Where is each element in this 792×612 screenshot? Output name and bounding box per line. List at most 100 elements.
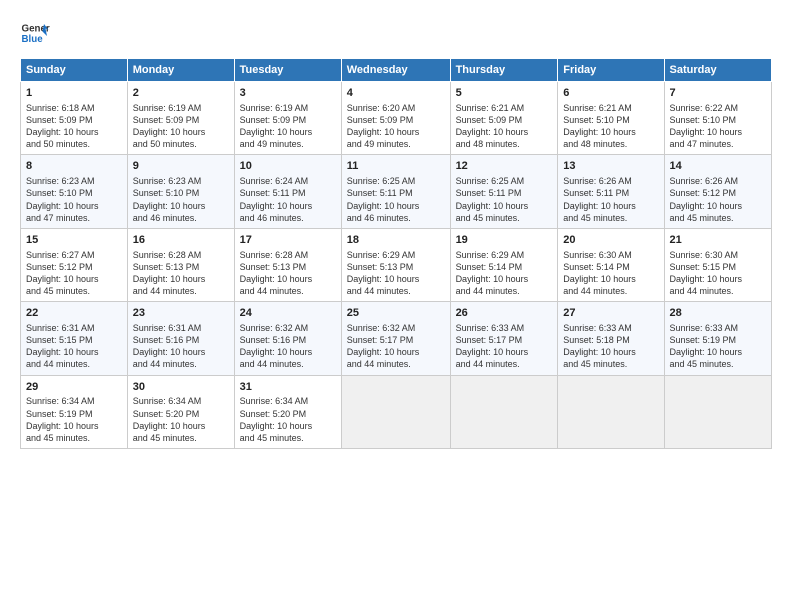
day-info: Sunrise: 6:19 AMSunset: 5:09 PMDaylight:… [240,103,313,149]
calendar-cell: 12 Sunrise: 6:25 AMSunset: 5:11 PMDayligh… [450,155,558,228]
day-info: Sunrise: 6:20 AMSunset: 5:09 PMDaylight:… [347,103,420,149]
day-number: 7 [670,86,767,101]
day-info: Sunrise: 6:23 AMSunset: 5:10 PMDaylight:… [26,176,99,222]
day-number: 18 [347,233,445,248]
day-info: Sunrise: 6:25 AMSunset: 5:11 PMDaylight:… [456,176,529,222]
calendar-day-header: Wednesday [341,59,450,82]
calendar-cell: 16 Sunrise: 6:28 AMSunset: 5:13 PMDayligh… [127,228,234,301]
day-number: 23 [133,306,229,321]
day-number: 31 [240,380,336,395]
calendar-week-row: 15 Sunrise: 6:27 AMSunset: 5:12 PMDayligh… [21,228,772,301]
day-info: Sunrise: 6:33 AMSunset: 5:19 PMDaylight:… [670,323,743,369]
day-info: Sunrise: 6:29 AMSunset: 5:14 PMDaylight:… [456,250,529,296]
calendar-cell: 4 Sunrise: 6:20 AMSunset: 5:09 PMDaylight… [341,82,450,155]
header: General Blue [20,18,772,48]
day-number: 12 [456,159,553,174]
day-info: Sunrise: 6:29 AMSunset: 5:13 PMDaylight:… [347,250,420,296]
calendar-cell: 13 Sunrise: 6:26 AMSunset: 5:11 PMDayligh… [558,155,664,228]
day-info: Sunrise: 6:30 AMSunset: 5:15 PMDaylight:… [670,250,743,296]
calendar-cell [558,375,664,448]
calendar-week-row: 8Sunrise: 6:23 AMSunset: 5:10 PMDaylight… [21,155,772,228]
day-info: Sunrise: 6:21 AMSunset: 5:10 PMDaylight:… [563,103,636,149]
calendar-week-row: 29Sunrise: 6:34 AMSunset: 5:19 PMDayligh… [21,375,772,448]
calendar-cell: 7 Sunrise: 6:22 AMSunset: 5:10 PMDaylight… [664,82,772,155]
day-info: Sunrise: 6:24 AMSunset: 5:11 PMDaylight:… [240,176,313,222]
day-info: Sunrise: 6:31 AMSunset: 5:15 PMDaylight:… [26,323,99,369]
day-info: Sunrise: 6:34 AMSunset: 5:19 PMDaylight:… [26,396,99,442]
day-info: Sunrise: 6:27 AMSunset: 5:12 PMDaylight:… [26,250,99,296]
calendar-cell: 18 Sunrise: 6:29 AMSunset: 5:13 PMDayligh… [341,228,450,301]
day-number: 11 [347,159,445,174]
day-number: 16 [133,233,229,248]
calendar-cell: 22 Sunrise: 6:31 AMSunset: 5:15 PMDayligh… [21,302,128,375]
calendar-cell: 8Sunrise: 6:23 AMSunset: 5:10 PMDaylight… [21,155,128,228]
calendar-cell: 21 Sunrise: 6:30 AMSunset: 5:15 PMDayligh… [664,228,772,301]
day-number: 9 [133,159,229,174]
calendar-cell: 29Sunrise: 6:34 AMSunset: 5:19 PMDayligh… [21,375,128,448]
calendar-cell: 25Sunrise: 6:32 AMSunset: 5:17 PMDayligh… [341,302,450,375]
day-number: 24 [240,306,336,321]
calendar-day-header: Friday [558,59,664,82]
day-info: Sunrise: 6:26 AMSunset: 5:12 PMDaylight:… [670,176,743,222]
day-number: 28 [670,306,767,321]
day-number: 19 [456,233,553,248]
calendar-cell [341,375,450,448]
day-number: 26 [456,306,553,321]
calendar-cell: 23Sunrise: 6:31 AMSunset: 5:16 PMDayligh… [127,302,234,375]
day-info: Sunrise: 6:28 AMSunset: 5:13 PMDaylight:… [240,250,313,296]
svg-text:Blue: Blue [22,34,44,45]
calendar-cell: 20Sunrise: 6:30 AMSunset: 5:14 PMDayligh… [558,228,664,301]
day-number: 15 [26,233,122,248]
day-info: Sunrise: 6:22 AMSunset: 5:10 PMDaylight:… [670,103,743,149]
calendar-cell: 28 Sunrise: 6:33 AMSunset: 5:19 PMDayligh… [664,302,772,375]
calendar-week-row: 22 Sunrise: 6:31 AMSunset: 5:15 PMDayligh… [21,302,772,375]
day-number: 22 [26,306,122,321]
day-info: Sunrise: 6:19 AMSunset: 5:09 PMDaylight:… [133,103,206,149]
day-number: 25 [347,306,445,321]
calendar-cell [450,375,558,448]
calendar-day-header: Monday [127,59,234,82]
logo-icon: General Blue [20,18,50,48]
day-info: Sunrise: 6:34 AMSunset: 5:20 PMDaylight:… [240,396,313,442]
calendar-cell: 14 Sunrise: 6:26 AMSunset: 5:12 PMDayligh… [664,155,772,228]
day-number: 4 [347,86,445,101]
day-number: 10 [240,159,336,174]
day-info: Sunrise: 6:30 AMSunset: 5:14 PMDaylight:… [563,250,636,296]
day-info: Sunrise: 6:34 AMSunset: 5:20 PMDaylight:… [133,396,206,442]
calendar-week-row: 1 Sunrise: 6:18 AMSunset: 5:09 PMDaylight… [21,82,772,155]
day-number: 1 [26,86,122,101]
calendar-cell: 5 Sunrise: 6:21 AMSunset: 5:09 PMDaylight… [450,82,558,155]
day-number: 21 [670,233,767,248]
day-number: 29 [26,380,122,395]
day-info: Sunrise: 6:23 AMSunset: 5:10 PMDaylight:… [133,176,206,222]
day-number: 6 [563,86,658,101]
day-info: Sunrise: 6:18 AMSunset: 5:09 PMDaylight:… [26,103,99,149]
calendar-cell: 30Sunrise: 6:34 AMSunset: 5:20 PMDayligh… [127,375,234,448]
day-number: 2 [133,86,229,101]
calendar-cell: 6 Sunrise: 6:21 AMSunset: 5:10 PMDaylight… [558,82,664,155]
calendar-cell: 19 Sunrise: 6:29 AMSunset: 5:14 PMDayligh… [450,228,558,301]
day-info: Sunrise: 6:32 AMSunset: 5:16 PMDaylight:… [240,323,313,369]
day-info: Sunrise: 6:26 AMSunset: 5:11 PMDaylight:… [563,176,636,222]
calendar-body: 1 Sunrise: 6:18 AMSunset: 5:09 PMDaylight… [21,82,772,449]
calendar-cell: 10 Sunrise: 6:24 AMSunset: 5:11 PMDayligh… [234,155,341,228]
calendar-cell: 31Sunrise: 6:34 AMSunset: 5:20 PMDayligh… [234,375,341,448]
calendar-cell: 11 Sunrise: 6:25 AMSunset: 5:11 PMDayligh… [341,155,450,228]
calendar-cell: 2 Sunrise: 6:19 AMSunset: 5:09 PMDaylight… [127,82,234,155]
calendar-cell: 9 Sunrise: 6:23 AMSunset: 5:10 PMDaylight… [127,155,234,228]
calendar-day-header: Sunday [21,59,128,82]
day-info: Sunrise: 6:28 AMSunset: 5:13 PMDaylight:… [133,250,206,296]
day-number: 5 [456,86,553,101]
calendar-cell: 26Sunrise: 6:33 AMSunset: 5:17 PMDayligh… [450,302,558,375]
logo: General Blue [20,18,50,48]
day-info: Sunrise: 6:21 AMSunset: 5:09 PMDaylight:… [456,103,529,149]
day-info: Sunrise: 6:25 AMSunset: 5:11 PMDaylight:… [347,176,420,222]
day-number: 17 [240,233,336,248]
day-number: 13 [563,159,658,174]
day-number: 14 [670,159,767,174]
calendar-table: SundayMondayTuesdayWednesdayThursdayFrid… [20,58,772,449]
calendar-cell: 15 Sunrise: 6:27 AMSunset: 5:12 PMDayligh… [21,228,128,301]
page: General Blue SundayMondayTuesdayWednesda… [0,0,792,612]
calendar-cell [664,375,772,448]
calendar-header-row: SundayMondayTuesdayWednesdayThursdayFrid… [21,59,772,82]
